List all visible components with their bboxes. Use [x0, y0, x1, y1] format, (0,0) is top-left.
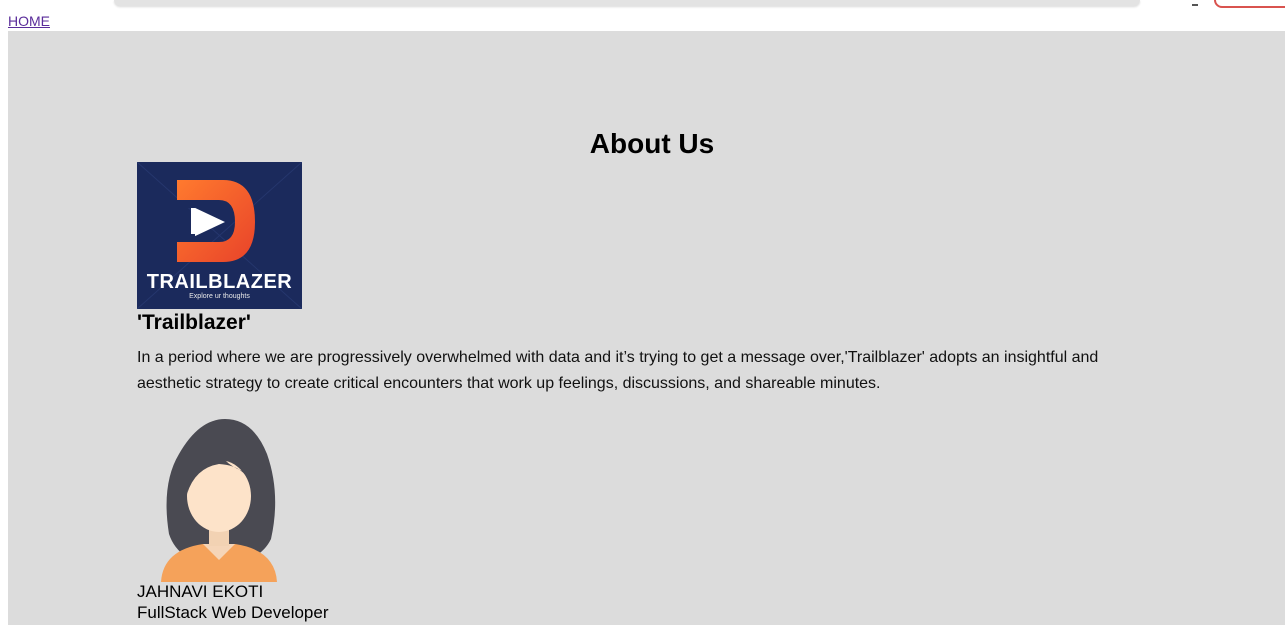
logo-tagline: Explore ur thoughts — [189, 293, 250, 300]
female-avatar-icon — [161, 419, 277, 582]
logo-wordmark: TRAILBLAZER — [146, 271, 293, 293]
minimize-icon[interactable] — [1192, 4, 1198, 6]
home-link[interactable]: HOME — [8, 13, 50, 29]
team-member-role: FullStack Web Developer — [137, 603, 329, 622]
team-member-name: JAHNAVI EKOTI — [137, 582, 264, 601]
browser-topbar — [0, 0, 1285, 12]
brand-name: 'Trailblazer' — [137, 311, 251, 334]
about-section: About Us TRAILBLAZER Explore ur thoughts… — [8, 31, 1285, 625]
address-bar[interactable] — [114, 0, 1140, 6]
page-title: About Us — [589, 128, 715, 159]
toolbar-button[interactable] — [1214, 0, 1285, 8]
trailblazer-logo: TRAILBLAZER Explore ur thoughts — [137, 162, 302, 309]
about-description: In a period where we are progressively o… — [137, 349, 1099, 392]
